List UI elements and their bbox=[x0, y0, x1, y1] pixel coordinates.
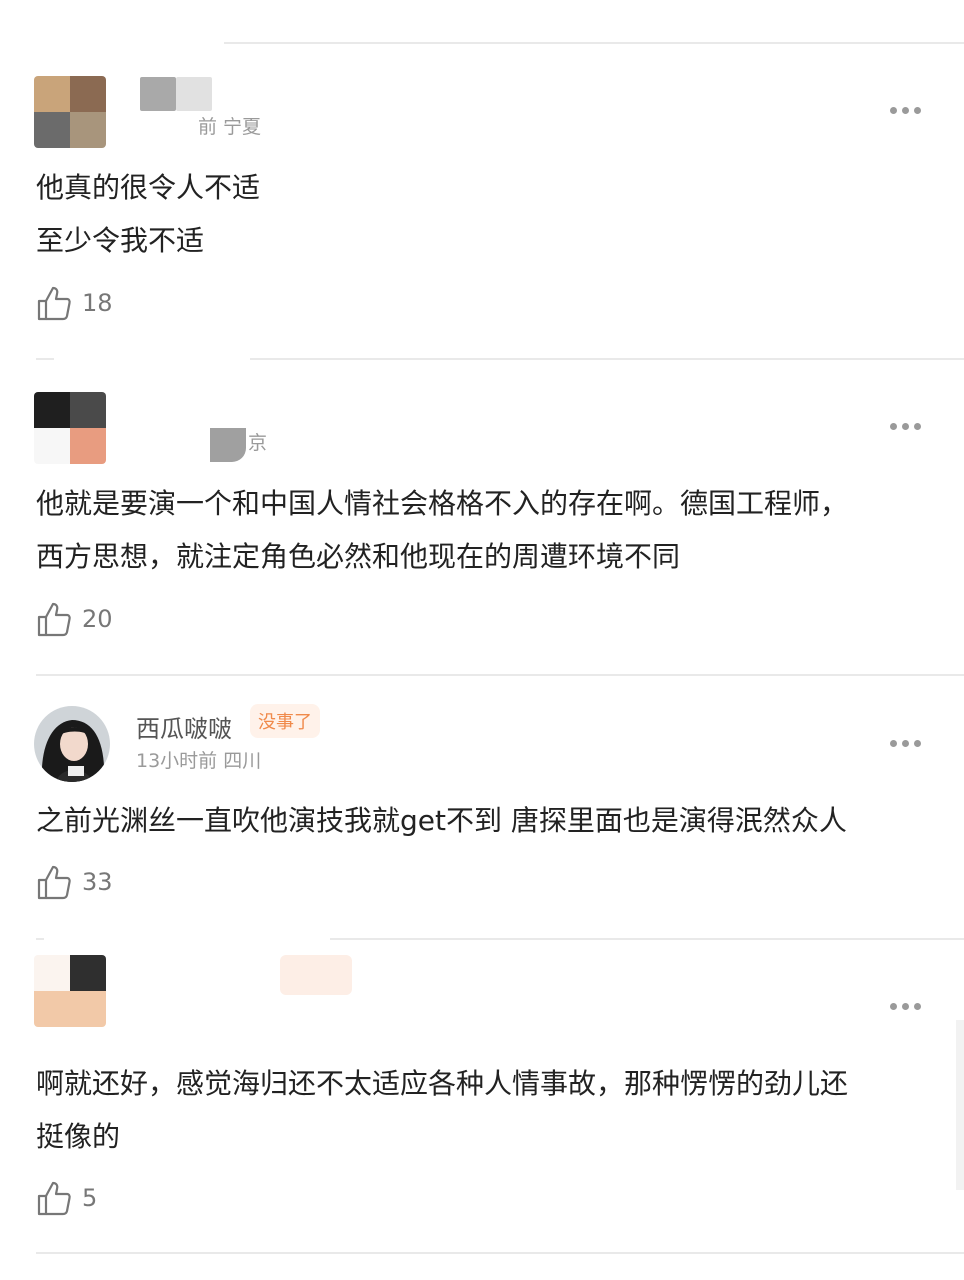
divider bbox=[36, 938, 44, 940]
scrollbar[interactable] bbox=[956, 1020, 964, 1190]
more-button[interactable] bbox=[890, 104, 930, 116]
like-button[interactable]: 18 bbox=[36, 283, 113, 323]
username-redacted bbox=[176, 77, 212, 111]
thumbs-up-icon bbox=[37, 602, 71, 637]
more-icon bbox=[890, 422, 897, 430]
thumbs-up-icon bbox=[37, 865, 71, 900]
more-icon bbox=[890, 1002, 897, 1010]
more-button[interactable] bbox=[890, 1000, 930, 1012]
divider bbox=[330, 938, 964, 940]
comment-text: 啊就还好，感觉海归还不太适应各种人情事故，那种愣愣的劲儿还 挺像的 bbox=[36, 1067, 849, 1153]
like-button[interactable]: 5 bbox=[36, 1178, 97, 1218]
comment-text: 他就是要演一个和中国人情社会格格不入的存在啊。德国工程师， 西方思想，就注定角色… bbox=[36, 487, 849, 573]
like-count: 33 bbox=[82, 868, 113, 896]
avatar[interactable] bbox=[34, 76, 106, 148]
avatar[interactable] bbox=[34, 955, 106, 1027]
more-icon bbox=[890, 106, 897, 114]
like-count: 20 bbox=[82, 605, 113, 633]
comment-text: 他真的很令人不适 至少令我不适 bbox=[36, 171, 261, 257]
avatar[interactable] bbox=[34, 392, 106, 464]
divider bbox=[250, 358, 964, 360]
username[interactable]: 西瓜啵啵 bbox=[136, 709, 232, 744]
username-redacted bbox=[140, 77, 176, 111]
avatar-image bbox=[34, 706, 110, 782]
comment-meta: 京 bbox=[248, 432, 268, 454]
divider bbox=[36, 674, 964, 676]
avatar[interactable] bbox=[34, 706, 110, 782]
thumbs-up-icon bbox=[37, 286, 71, 321]
comment-meta: 13小时前 四川 bbox=[136, 750, 262, 772]
thumbs-up-icon bbox=[37, 1181, 71, 1216]
username-redacted bbox=[280, 955, 352, 995]
more-icon bbox=[890, 739, 897, 747]
like-count: 18 bbox=[82, 289, 113, 317]
like-button[interactable]: 20 bbox=[36, 599, 113, 639]
more-button[interactable] bbox=[890, 420, 930, 432]
user-badge: 没事了 bbox=[250, 704, 320, 738]
username-redacted bbox=[210, 428, 246, 462]
comment-meta: 前 宁夏 bbox=[198, 116, 262, 138]
divider bbox=[224, 42, 964, 44]
comment-text: 之前光渊丝一直吹他演技我就get不到 唐探里面也是演得泯然众人 bbox=[36, 804, 847, 837]
like-button[interactable]: 33 bbox=[36, 862, 113, 902]
like-count: 5 bbox=[82, 1184, 98, 1212]
divider bbox=[36, 358, 54, 360]
more-button[interactable] bbox=[890, 737, 930, 749]
divider bbox=[36, 1252, 964, 1254]
